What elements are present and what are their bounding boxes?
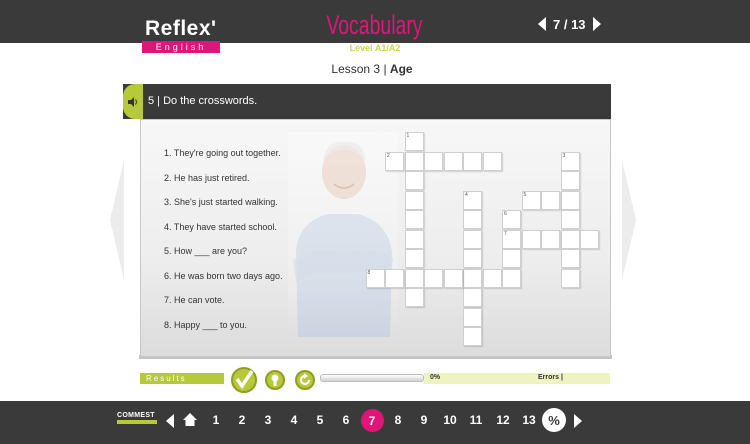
crossword-cell[interactable]	[560, 249, 580, 268]
reset-icon	[299, 373, 311, 386]
crossword-cell[interactable]	[482, 151, 502, 171]
crossword-number: 8	[367, 269, 371, 276]
crossword-cell[interactable]	[424, 151, 443, 171]
crossword-cell[interactable]	[560, 268, 580, 288]
crossword-cell[interactable]	[443, 268, 463, 288]
progress-percent: 0%	[430, 374, 441, 381]
crossword-number: 6	[504, 211, 507, 217]
page-link-5[interactable]: 5	[309, 413, 331, 427]
next-page-arrow-icon[interactable]	[592, 17, 601, 31]
crossword-cell[interactable]	[463, 327, 482, 346]
crossword-cell[interactable]	[463, 229, 482, 249]
lesson-prefix: Lesson 3 |	[331, 62, 390, 76]
top-pager: 7 / 13	[538, 14, 601, 34]
crossword-cell[interactable]	[463, 288, 482, 307]
crossword-cell[interactable]	[541, 229, 560, 249]
crossword-cell[interactable]	[502, 268, 521, 288]
app-stage: Reflex' English Vocabulary Level A1/A2 L…	[0, 0, 750, 444]
crossword-number: 5	[523, 191, 527, 198]
crossword-cell[interactable]	[541, 190, 560, 210]
instruction-bar: 5 | Do the crosswords.	[123, 84, 611, 119]
clue-item: 4. They have started school.	[164, 221, 277, 232]
prev-arrow-icon[interactable]	[166, 414, 174, 428]
commest-text: COMMEST	[117, 412, 155, 419]
page-link-3[interactable]: 3	[257, 413, 279, 427]
crossword-cell[interactable]	[463, 210, 482, 229]
page-link-4[interactable]: 4	[283, 413, 305, 427]
crossword-number: 1	[406, 133, 410, 139]
crossword-cell[interactable]	[404, 171, 424, 190]
side-next-arrow-icon[interactable]	[622, 160, 636, 280]
crossword-cell[interactable]	[502, 249, 521, 268]
crossword-cell[interactable]	[443, 151, 463, 171]
page-link-9[interactable]: 9	[413, 413, 435, 427]
crossword-cell[interactable]	[404, 190, 424, 210]
hint-button[interactable]	[265, 370, 285, 390]
page-indicator: 7 / 13	[553, 16, 586, 32]
page-link-7[interactable]: 7	[360, 409, 384, 432]
page-link-10[interactable]: 10	[439, 413, 461, 427]
crossword-cell[interactable]	[560, 171, 580, 190]
crossword-cell[interactable]	[385, 268, 404, 288]
crossword-cell[interactable]	[463, 249, 482, 268]
page-link-6[interactable]: 6	[335, 413, 357, 427]
clue-item: 8. Happy ___ to you.	[164, 319, 248, 330]
page-link-11[interactable]: 11	[465, 413, 487, 427]
crossword-number: 4	[465, 191, 468, 198]
home-icon[interactable]	[182, 412, 198, 427]
crossword-cell[interactable]	[404, 210, 424, 229]
crossword-cell[interactable]	[560, 229, 580, 249]
clue-item: 3. She's just started walking.	[164, 197, 278, 207]
lesson-title: Lesson 3 | Age	[0, 62, 744, 76]
clue-list: 1. They're going out together. 2. He has…	[164, 146, 283, 342]
next-arrow-icon[interactable]	[574, 414, 582, 428]
crossword-cell[interactable]	[463, 268, 482, 288]
lesson-topic: Age	[389, 62, 413, 76]
crossword-number: 3	[562, 152, 566, 159]
check-button[interactable]	[231, 367, 257, 393]
crossword-cell[interactable]	[580, 229, 599, 249]
crossword-cell[interactable]	[482, 268, 502, 288]
clue-item: 6. He was born two days ago.	[164, 270, 283, 281]
commest-stripe	[117, 420, 157, 424]
clue-item: 7. He can vote.	[164, 295, 225, 305]
speaker-icon[interactable]	[123, 84, 143, 119]
check-icon	[235, 370, 254, 390]
crossword-cell[interactable]	[521, 229, 541, 249]
level-label: Level A1/A2	[349, 43, 401, 53]
page-link-8[interactable]: 8	[387, 413, 409, 427]
elderly-man-image	[288, 132, 398, 337]
errors-label: Errors |	[538, 374, 563, 381]
crossword-cell[interactable]	[404, 288, 424, 307]
page-link-12[interactable]: 12	[492, 413, 514, 427]
crossword-cell[interactable]	[424, 268, 443, 288]
clue-item: 2. He has just retired.	[164, 172, 250, 183]
crossword-cell[interactable]	[404, 249, 424, 268]
page-link-2[interactable]: 2	[231, 413, 253, 427]
page-link-13[interactable]: 13	[518, 413, 540, 427]
commest-logo: COMMEST	[117, 412, 157, 424]
crossword-cell[interactable]	[404, 268, 424, 288]
crossword-number: 7	[504, 230, 507, 237]
side-prev-arrow-icon[interactable]	[110, 160, 124, 280]
prev-page-arrow-icon[interactable]	[538, 17, 546, 31]
crossword-cell[interactable]	[560, 190, 580, 210]
percent-icon[interactable]: %	[542, 408, 566, 432]
progress-bar	[320, 374, 424, 382]
progress-area	[424, 373, 610, 384]
crossword-cell[interactable]	[463, 151, 482, 171]
crossword-cell[interactable]	[404, 151, 424, 171]
instruction-text: 5 | Do the crosswords.	[148, 95, 258, 107]
results-label: Results	[140, 373, 224, 384]
hint-icon	[271, 374, 279, 386]
crossword-cell[interactable]	[560, 210, 580, 229]
crossword-cell[interactable]	[463, 307, 482, 327]
crossword-number: 2	[387, 152, 390, 159]
clue-item: 5. How ___ are you?	[164, 246, 248, 256]
page-link-1[interactable]: 1	[205, 413, 227, 427]
reset-button[interactable]	[295, 370, 315, 390]
clue-item: 1. They're going out together.	[164, 148, 281, 158]
crossword-cell[interactable]	[404, 229, 424, 249]
